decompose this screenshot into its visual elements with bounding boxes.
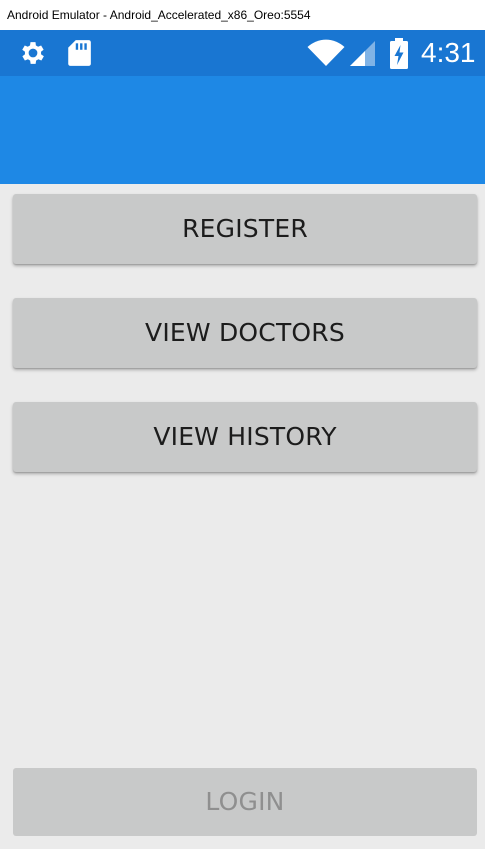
emulator-window: Android Emulator - Android_Accelerated_x…	[0, 0, 485, 849]
sd-card-icon	[68, 40, 91, 66]
wifi-icon	[307, 39, 345, 66]
register-button[interactable]: REGISTER	[13, 194, 477, 264]
status-time: 4:31	[421, 37, 476, 68]
content-area	[0, 184, 485, 849]
login-button[interactable]: LOGIN	[13, 768, 477, 836]
status-bar: 4:31	[0, 30, 485, 76]
window-title: Android Emulator - Android_Accelerated_x…	[0, 0, 485, 30]
cell-signal-icon	[350, 41, 375, 66]
app-bar	[0, 76, 485, 184]
battery-charging-icon	[390, 38, 408, 69]
gear-icon	[22, 42, 44, 64]
view-history-button[interactable]: VIEW HISTORY	[13, 402, 477, 472]
view-doctors-button[interactable]: VIEW DOCTORS	[13, 298, 477, 368]
